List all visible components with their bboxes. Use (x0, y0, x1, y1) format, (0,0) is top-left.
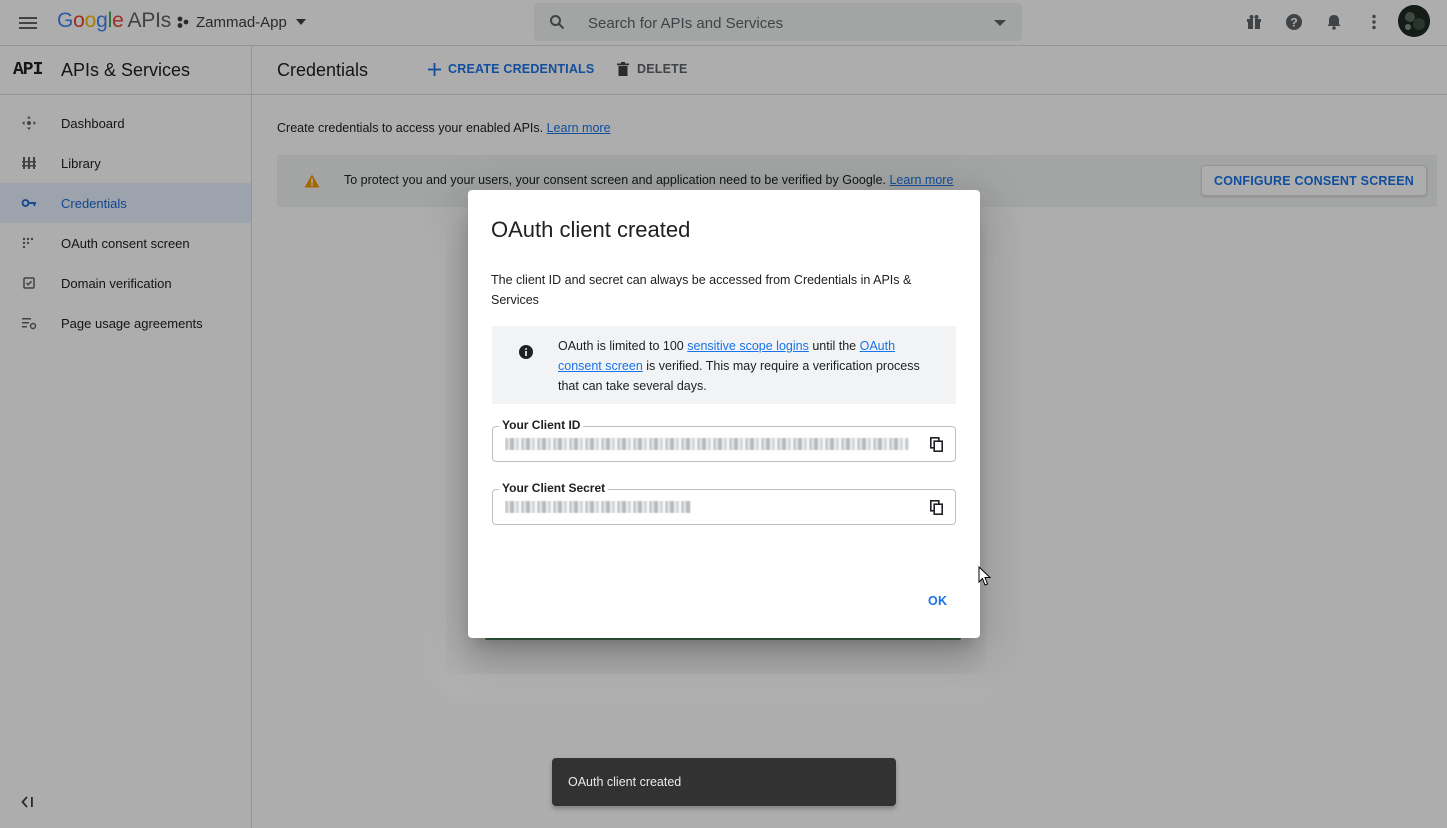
oauth-client-created-dialog: OAuth client created The client ID and s… (468, 190, 980, 638)
copy-client-secret-icon[interactable] (930, 500, 943, 515)
client-id-label: Your Client ID (499, 418, 584, 432)
dialog-title: OAuth client created (491, 217, 691, 242)
client-id-value-redacted (505, 437, 915, 451)
dialog-subtitle: The client ID and secret can always be a… (491, 273, 912, 307)
mouse-cursor-icon (978, 566, 992, 586)
snackbar-message: OAuth client created (568, 775, 682, 789)
oauth-limit-info-box: OAuth is limited to 100 sensitive scope … (492, 326, 956, 404)
info-text: OAuth is limited to 100 sensitive scope … (558, 336, 942, 396)
info-text-part-1: OAuth is limited to 100 (558, 339, 684, 353)
ok-button[interactable]: OK (928, 594, 947, 608)
client-id-field[interactable]: Your Client ID (492, 418, 956, 462)
info-text-part-2: until the (812, 339, 857, 353)
client-secret-value-redacted (505, 500, 915, 514)
client-secret-label: Your Client Secret (499, 481, 609, 495)
snackbar: OAuth client created (552, 758, 896, 806)
copy-client-id-icon[interactable] (930, 437, 943, 452)
sensitive-scope-logins-link[interactable]: sensitive scope logins (687, 339, 809, 353)
info-icon (519, 345, 533, 359)
client-secret-field[interactable]: Your Client Secret (492, 481, 956, 525)
